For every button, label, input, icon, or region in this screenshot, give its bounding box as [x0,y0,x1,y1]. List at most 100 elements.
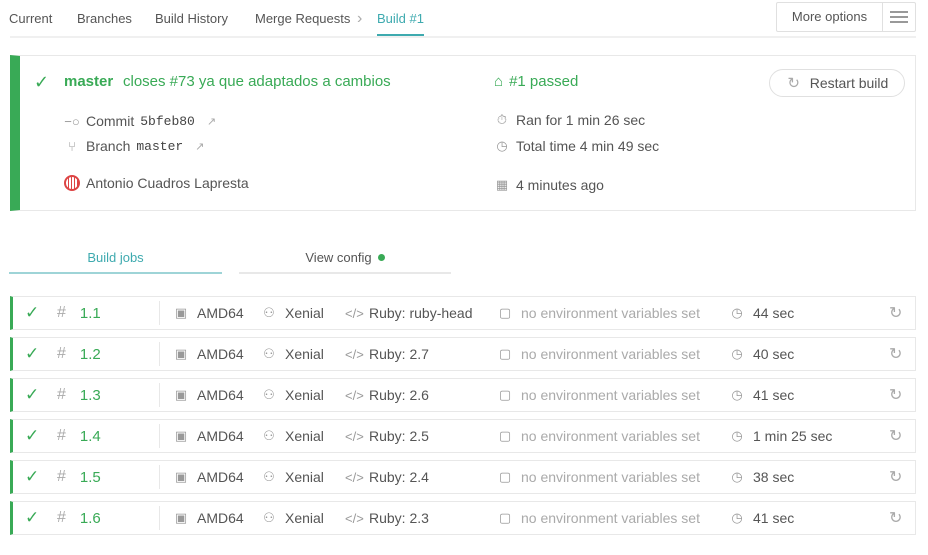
author-row: Antonio Cuadros Lapresta [64,175,249,191]
job-row[interactable]: ✓ #1.3 ▣ AMD64 ⚇ Xenial </> Ruby: 2.6 ▢ no enviro… [10,378,916,412]
stopwatch-icon: ⏱ [496,112,508,127]
job-row[interactable]: ✓ #1.6 ▣ AMD64 ⚇ Xenial </> Ruby: 2.3 ▢ no enviro… [10,501,916,535]
restart-icon: ↻ [787,75,800,92]
commit-label: Commit [86,113,135,129]
code-icon: </> [345,510,364,526]
job-language-label: Ruby: ruby-head [369,305,473,321]
commit-message[interactable]: closes #73 ya que adaptados a cambios [123,73,391,90]
job-number: 1.3 [79,386,101,404]
job-duration-label: 41 sec [753,510,795,526]
external-link-icon[interactable]: ↗ [195,140,204,153]
restart-job-icon[interactable]: ↻ [889,297,902,329]
divider [159,342,160,366]
job-number-link[interactable]: #1.1 [57,297,101,329]
job-os: ⚇ Xenial [261,461,324,493]
check-icon: ✓ [25,344,40,363]
job-os-label: Xenial [285,510,324,526]
restart-job-icon[interactable]: ↻ [889,420,902,452]
commit-sha-link[interactable]: 5bfeb80 [140,114,195,129]
tab-current[interactable]: Current [9,11,52,26]
cpu-icon: ▣ [174,428,188,443]
check-icon: ✓ [25,385,40,404]
job-language: </> Ruby: 2.4 [345,461,429,493]
box-icon: ▢ [498,428,512,443]
restart-job-icon[interactable]: ↻ [889,461,902,493]
clock-icon: ◷ [731,305,743,320]
restart-job-icon[interactable]: ↻ [889,338,902,370]
more-options-button[interactable]: More options [776,2,916,32]
job-number-link[interactable]: #1.4 [57,420,101,452]
linux-icon: ⚇ [263,346,275,361]
box-icon: ▢ [498,305,512,320]
hash-icon: # [57,304,66,321]
build-status[interactable]: ⌂ #1 passed [494,73,578,90]
job-env-label: no environment variables set [521,346,700,362]
job-env: ▢ no environment variables set [497,420,700,452]
ran-for-row: ⏱ Ran for 1 min 26 sec [494,112,645,128]
job-number-link[interactable]: #1.3 [57,379,101,411]
check-icon: ✓ [34,72,50,92]
active-subtab-indicator [9,272,222,274]
build-summary: ✓ master closes #73 ya que adaptados a c… [10,55,916,211]
restart-job-icon[interactable]: ↻ [889,502,902,534]
job-number: 1.2 [79,345,101,363]
status-dot-icon [377,254,385,261]
job-language: </> Ruby: ruby-head [345,297,473,329]
clock-icon: ◷ [496,138,508,153]
job-duration: ◷ 41 sec [729,379,794,411]
job-language: </> Ruby: 2.3 [345,502,429,534]
hash-icon: # [57,386,66,403]
job-duration-label: 38 sec [753,469,795,485]
job-env-label: no environment variables set [521,469,700,485]
box-icon: ▢ [498,346,512,361]
job-duration: ◷ 1 min 25 sec [729,420,832,452]
job-row[interactable]: ✓ #1.1 ▣ AMD64 ⚇ Xenial </> Ruby: ruby-head ▢ no … [10,296,916,330]
restart-build-button[interactable]: ↻ Restart build [769,69,905,97]
job-number-link[interactable]: #1.2 [57,338,101,370]
job-arch: ▣ AMD64 [173,461,244,493]
tab-build-1[interactable]: Build #1 [377,11,424,26]
job-language: </> Ruby: 2.7 [345,338,429,370]
job-arch: ▣ AMD64 [173,297,244,329]
branch-link[interactable]: master [64,73,113,90]
divider [159,465,160,489]
job-duration: ◷ 44 sec [729,297,794,329]
restart-job-icon[interactable]: ↻ [889,379,902,411]
top-tabs: Current Branches Build History Merge Req… [0,0,928,38]
job-arch-label: AMD64 [197,510,244,526]
tab-view-config[interactable]: View config [239,250,451,265]
external-link-icon[interactable]: ↗ [207,115,216,128]
linux-icon: ⚇ [263,510,275,525]
code-icon: </> [345,305,364,321]
job-os-label: Xenial [285,469,324,485]
cpu-icon: ▣ [174,510,188,525]
job-arch: ▣ AMD64 [173,420,244,452]
job-os: ⚇ Xenial [261,379,324,411]
cpu-icon: ▣ [174,305,188,320]
job-row[interactable]: ✓ #1.4 ▣ AMD64 ⚇ Xenial </> Ruby: 2.5 ▢ no enviro… [10,419,916,453]
job-row[interactable]: ✓ #1.2 ▣ AMD64 ⚇ Xenial </> Ruby: 2.7 ▢ no enviro… [10,337,916,371]
job-row[interactable]: ✓ #1.5 ▣ AMD64 ⚇ Xenial </> Ruby: 2.4 ▢ no enviro… [10,460,916,494]
job-language: </> Ruby: 2.6 [345,379,429,411]
job-number-link[interactable]: #1.6 [57,502,101,534]
job-arch-label: AMD64 [197,305,244,321]
clock-icon: ◷ [731,428,743,443]
job-os-label: Xenial [285,346,324,362]
tab-branches[interactable]: Branches [77,11,132,26]
tab-build-jobs[interactable]: Build jobs [9,250,222,265]
more-options-label: More options [777,3,883,31]
job-env: ▢ no environment variables set [497,297,700,329]
job-duration-label: 40 sec [753,346,795,362]
job-number-link[interactable]: #1.5 [57,461,101,493]
branch-label: Branch [86,138,131,154]
code-icon: </> [345,387,364,403]
job-language-label: Ruby: 2.4 [369,469,429,485]
total-time: Total time 4 min 49 sec [516,138,660,154]
check-icon: ✓ [25,303,40,322]
box-icon: ▢ [498,387,512,402]
cpu-icon: ▣ [174,346,188,361]
subtab-divider [239,272,451,274]
tab-build-history[interactable]: Build History [155,11,228,26]
branch-value-link[interactable]: master [136,139,183,154]
tab-merge-requests[interactable]: Merge Requests [255,11,350,26]
